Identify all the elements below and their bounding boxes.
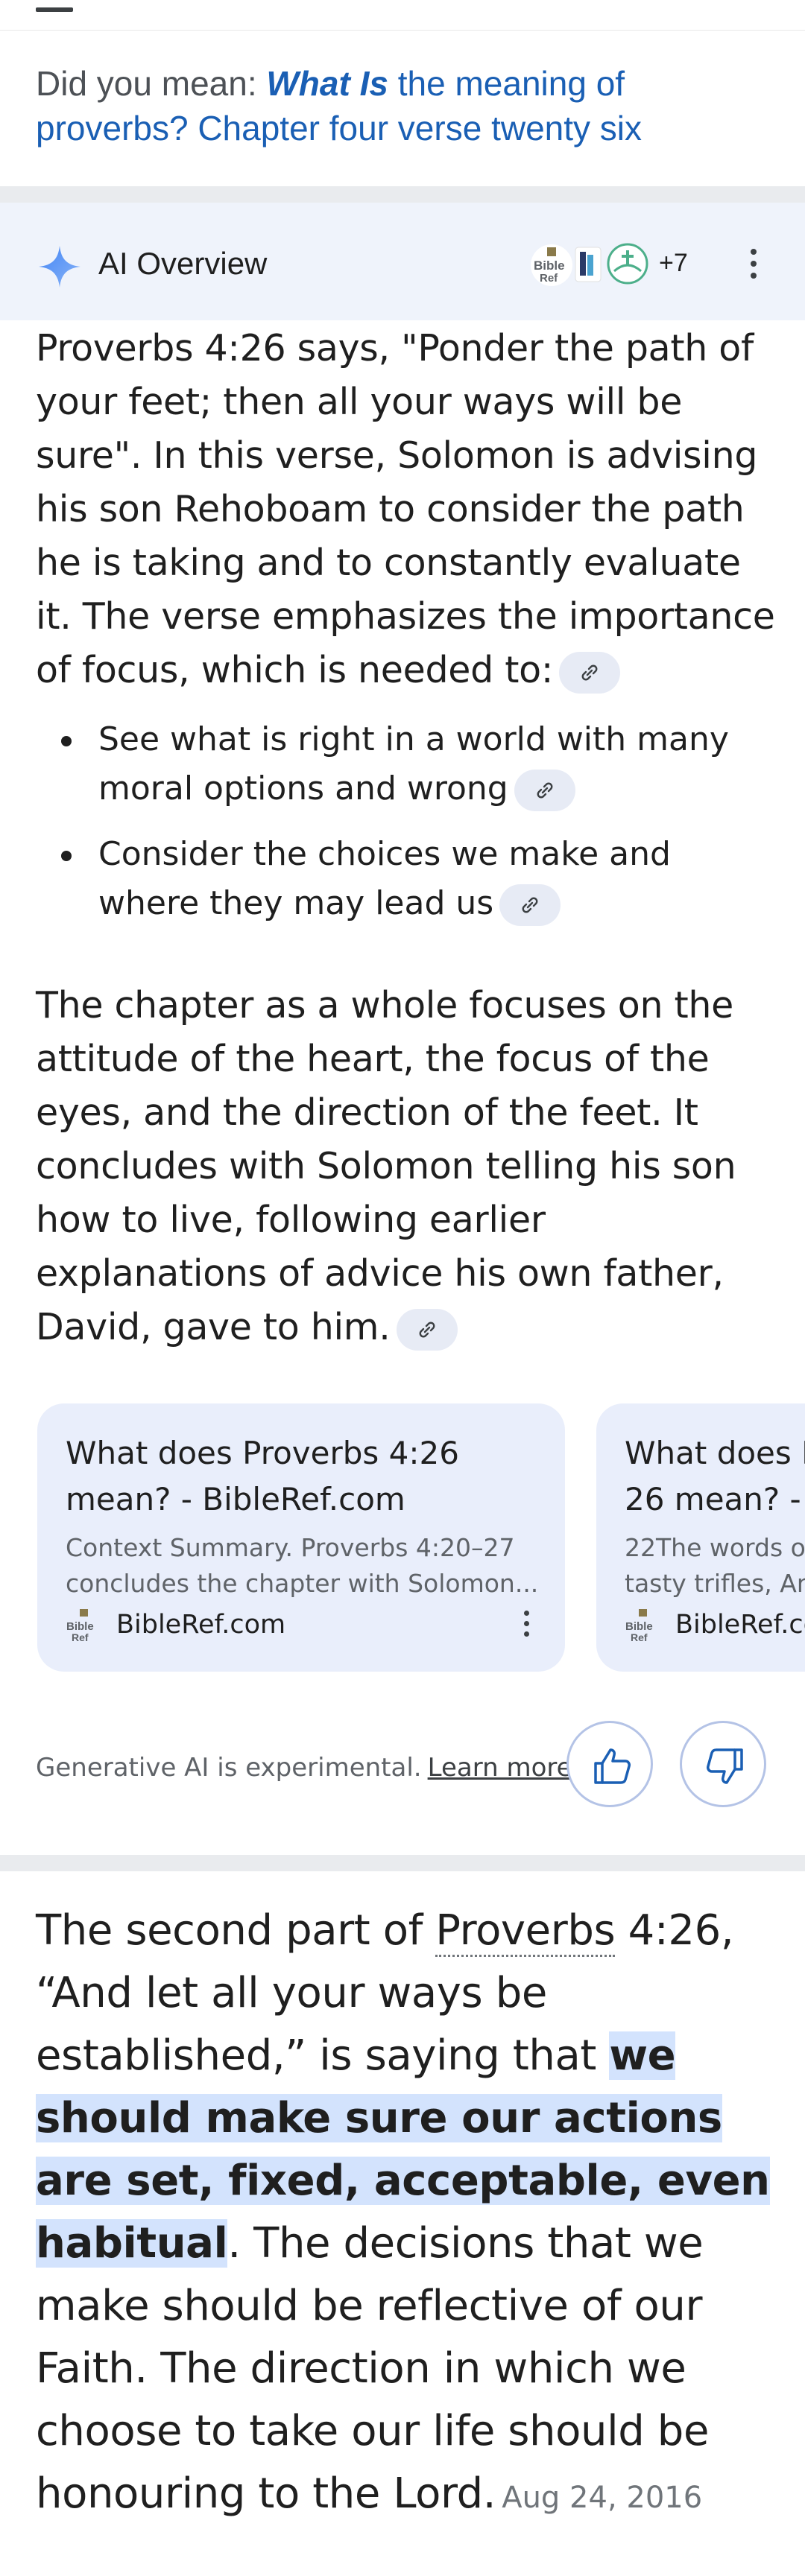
thumbs-down-icon — [707, 1748, 743, 1784]
bullet-text: See what is right in a world with many m… — [98, 720, 729, 808]
did-you-mean-prefix: Did you mean: — [36, 64, 267, 103]
bibleref-favicon-icon: Bible Ref — [625, 1609, 653, 1643]
source-card-menu-icon[interactable] — [519, 1609, 534, 1643]
ai-overview-menu-icon[interactable] — [742, 246, 765, 282]
snippet-text: The second part of — [36, 1906, 436, 1955]
source-card[interactable]: What does Proverbs 4:26 mean? - BibleRef… — [37, 1403, 565, 1672]
ai-overview-bullets: See what is right in a world with many m… — [58, 715, 766, 945]
top-bar — [0, 0, 805, 31]
bullet-item: See what is right in a world with many m… — [58, 715, 766, 813]
svg-text:Bible: Bible — [534, 258, 565, 273]
link-icon — [522, 897, 538, 913]
did-you-mean[interactable]: Did you mean: What Is the meaning of pro… — [36, 61, 774, 150]
more-sources-count[interactable]: +7 — [659, 246, 688, 280]
source-favicons[interactable]: Bible Ref — [531, 237, 665, 289]
source-card-site-name: BibleRef.com — [116, 1610, 286, 1640]
citation-link-button[interactable] — [499, 884, 561, 926]
snippet-line: tasty trifles, And they go down... — [625, 1569, 805, 1598]
citation-link-button[interactable] — [514, 770, 575, 811]
featured-snippet: The second part of Proverbs 4:26, “And l… — [36, 1900, 781, 2529]
ai-overview-paragraph-2: The chapter as a whole focuses on the at… — [36, 979, 781, 1354]
svg-text:Ref: Ref — [72, 1631, 89, 1643]
learn-more-link[interactable]: Learn more — [428, 1753, 572, 1783]
snippet-line: 22The words of the wicked are like — [625, 1533, 805, 1562]
source-card-title[interactable]: What does Proverbs 4:26 mean? - BibleRef… — [66, 1430, 543, 1523]
svg-text:Ref: Ref — [540, 272, 558, 285]
source-card-site-name: BibleRef.com — [675, 1610, 805, 1640]
source-card-title[interactable]: What does Proverbs 4: 26 mean? - BibleRe… — [625, 1430, 805, 1523]
link-icon — [581, 664, 598, 680]
source-card[interactable]: What does Proverbs 4: 26 mean? - BibleRe… — [596, 1403, 805, 1672]
bullet-text: Consider the choices we make and where t… — [98, 835, 671, 922]
thumbs-up-button[interactable] — [566, 1721, 653, 1807]
bibleref-favicon-icon: Bible Ref — [66, 1609, 94, 1643]
section-divider — [0, 186, 805, 203]
snippet-term-link[interactable]: Proverbs — [435, 1906, 616, 1957]
bullet-item: Consider the choices we make and where t… — [58, 830, 766, 928]
ai-overview-text-1: Proverbs 4:26 says, "Ponder the path of … — [36, 327, 775, 691]
citation-link-button[interactable] — [559, 651, 621, 694]
cross-favicon-icon — [607, 243, 648, 285]
link-icon — [419, 1322, 435, 1337]
book-favicon-icon — [575, 247, 602, 282]
source-card-snippet: 22The words of the wicked are like tasty… — [625, 1530, 805, 1602]
source-card-site: Bible Ref BibleRef.com — [66, 1603, 558, 1648]
ai-overview-text-2: The chapter as a whole focuses on the at… — [36, 984, 736, 1348]
snippet-date: Aug 24, 2016 — [502, 2481, 703, 2515]
section-divider — [0, 1855, 805, 1871]
citation-link-button[interactable] — [396, 1308, 458, 1351]
generative-ai-note: Generative AI is experimental. Learn more — [36, 1751, 572, 1785]
drag-handle[interactable] — [36, 7, 73, 12]
generative-ai-note-text: Generative AI is experimental. — [36, 1753, 422, 1783]
ai-overview-paragraph-1: Proverbs 4:26 says, "Ponder the path of … — [36, 322, 781, 697]
ai-overview-title: AI Overview — [98, 246, 268, 281]
snippet-line: Context Summary. Proverbs 4:20–27 — [66, 1533, 515, 1562]
source-card-snippet: Context Summary. Proverbs 4:20–27 conclu… — [66, 1530, 558, 1602]
snippet-line: concludes the chapter with Solomon... — [66, 1569, 539, 1598]
bibleref-favicon-icon: Bible Ref — [531, 244, 572, 286]
gemini-sparkle-icon — [39, 246, 80, 288]
thumbs-up-icon — [594, 1748, 631, 1784]
svg-text:Ref: Ref — [631, 1631, 648, 1643]
source-card-site: Bible Ref BibleRef.com — [625, 1603, 805, 1648]
thumbs-down-button[interactable] — [680, 1721, 766, 1807]
link-icon — [537, 782, 553, 799]
did-you-mean-bold[interactable]: What Is — [266, 64, 388, 103]
